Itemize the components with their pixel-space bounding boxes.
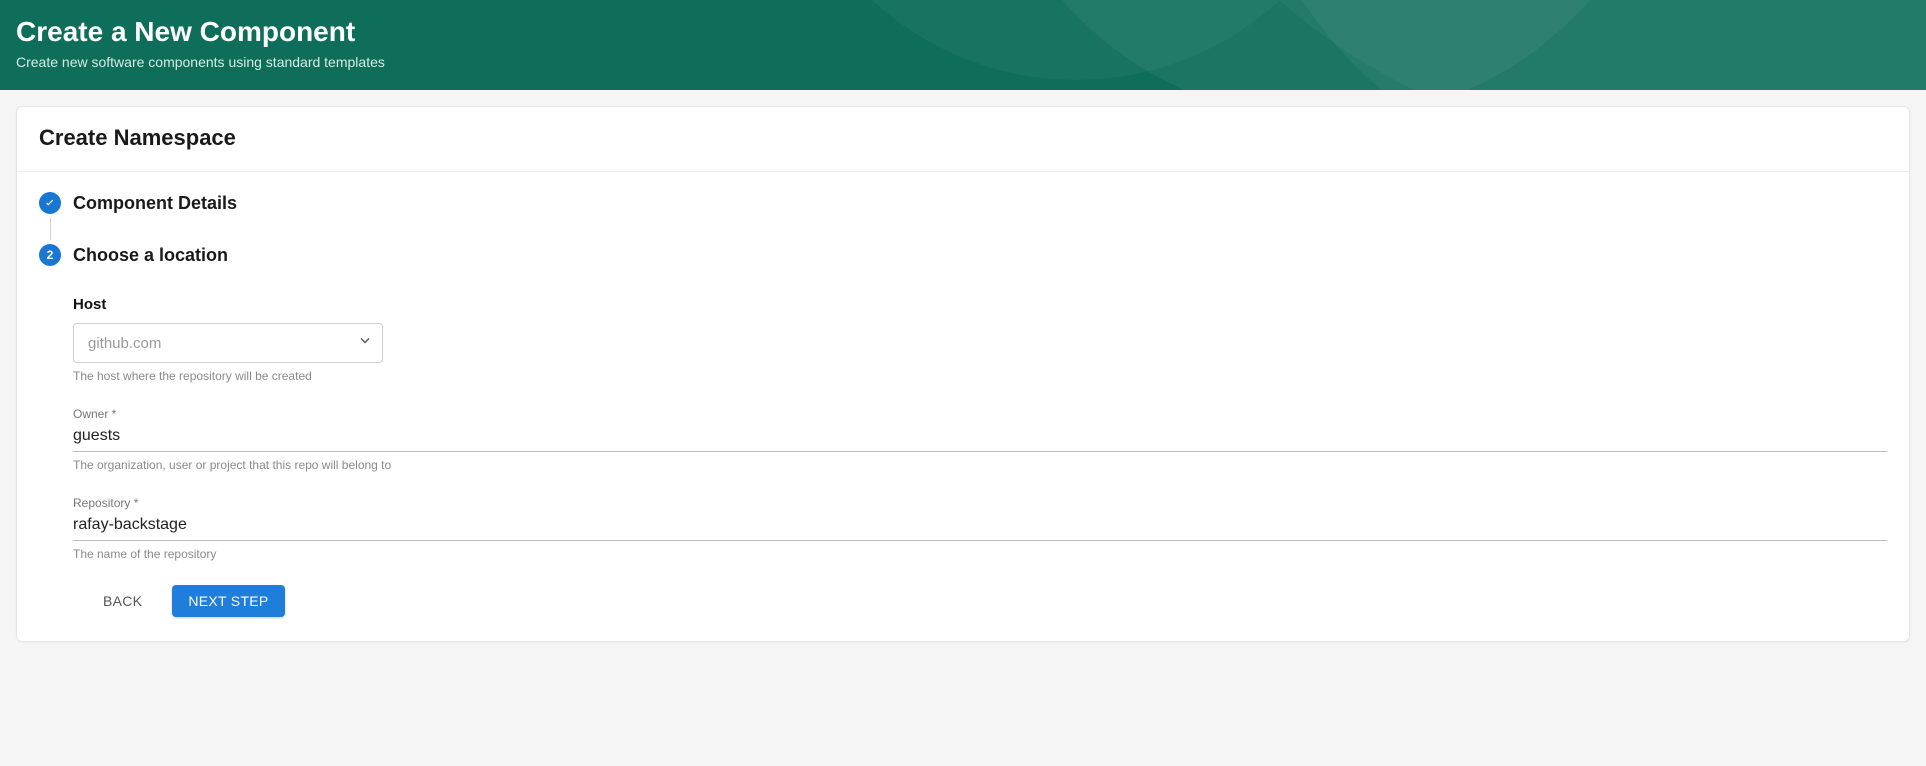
chevron-down-icon	[357, 333, 373, 354]
step-number-icon: 2	[39, 244, 61, 266]
repository-field: Repository * The name of the repository	[73, 496, 1887, 561]
next-step-button[interactable]: Next Step	[172, 585, 284, 617]
form-body: Host github.com The host where the repos…	[39, 266, 1887, 617]
main-card: Create Namespace Component Details 2 Cho…	[16, 106, 1910, 642]
checkmark-icon	[39, 192, 61, 214]
host-help: The host where the repository will be cr…	[73, 369, 1887, 383]
step-label: Choose a location	[73, 245, 228, 266]
page-title: Create a New Component	[16, 16, 1910, 48]
page-header: Create a New Component Create new softwa…	[0, 0, 1926, 90]
card-title: Create Namespace	[39, 125, 1887, 151]
host-select-value: github.com	[73, 323, 383, 363]
button-row: Back Next Step	[73, 585, 1887, 617]
repository-help: The name of the repository	[73, 547, 1887, 561]
repository-input[interactable]	[73, 512, 1887, 541]
owner-label: Owner *	[73, 407, 1887, 421]
step-choose-location[interactable]: 2 Choose a location	[39, 244, 1887, 266]
step-component-details[interactable]: Component Details	[39, 192, 1887, 214]
stepper: Component Details 2 Choose a location	[39, 192, 1887, 266]
owner-input[interactable]	[73, 423, 1887, 452]
owner-help: The organization, user or project that t…	[73, 458, 1887, 472]
card-header: Create Namespace	[17, 107, 1909, 172]
repository-label: Repository *	[73, 496, 1887, 510]
host-select[interactable]: github.com	[73, 323, 383, 363]
host-label: Host	[73, 296, 1887, 313]
page-subtitle: Create new software components using sta…	[16, 54, 1910, 70]
host-field: Host github.com The host where the repos…	[73, 296, 1887, 383]
owner-field: Owner * The organization, user or projec…	[73, 407, 1887, 472]
back-button[interactable]: Back	[87, 585, 158, 617]
step-connector	[50, 218, 51, 240]
step-label: Component Details	[73, 193, 237, 214]
